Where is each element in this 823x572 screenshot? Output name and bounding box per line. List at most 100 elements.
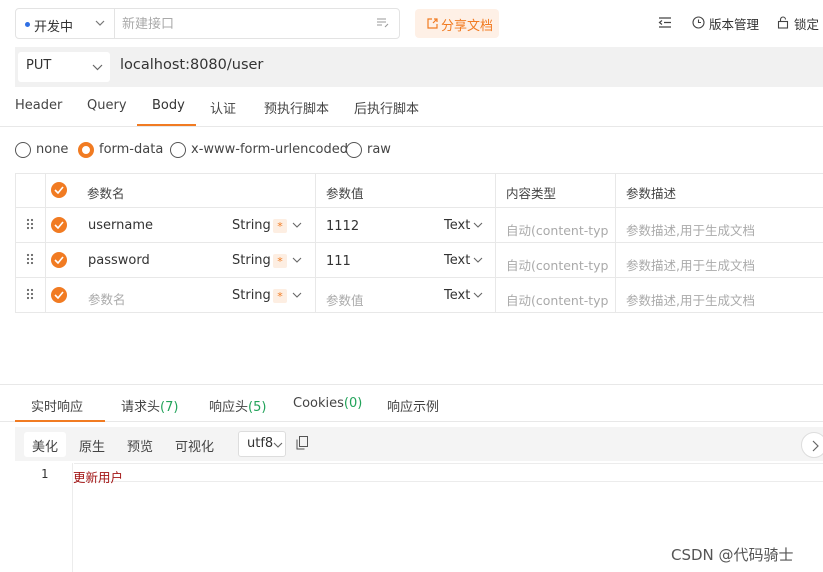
- tab-count: (5): [248, 400, 267, 415]
- format-preview[interactable]: 预览: [127, 436, 153, 455]
- chevron-down-icon: [92, 62, 103, 72]
- col-header-value: 参数值: [326, 186, 364, 201]
- share-icon: [426, 17, 439, 30]
- tab-response-headers[interactable]: 响应头(5): [209, 396, 266, 415]
- divider: [315, 173, 316, 313]
- divider: [15, 277, 823, 278]
- share-doc-label: 分享文档: [441, 19, 494, 34]
- lock-button[interactable]: 锁定: [777, 15, 821, 33]
- required-toggle[interactable]: *: [273, 219, 287, 233]
- version-manage-button[interactable]: 版本管理: [692, 15, 764, 33]
- radio-circle: [15, 142, 31, 158]
- tab-label: 请求头: [121, 400, 161, 415]
- tab-request-headers[interactable]: 请求头(7): [121, 396, 178, 415]
- encoding-label: utf8: [247, 436, 274, 451]
- divider: [615, 173, 616, 313]
- active-tab-indicator: [137, 124, 196, 126]
- watermark: CSDN @代码骑士: [671, 546, 794, 564]
- version-manage-label: 版本管理: [709, 17, 760, 32]
- radio-raw[interactable]: raw: [346, 141, 391, 159]
- copy-icon[interactable]: [296, 436, 308, 450]
- tab-body[interactable]: Body: [152, 98, 185, 113]
- tab-response-example[interactable]: 响应示例: [387, 396, 439, 415]
- chevron-down-icon[interactable]: [292, 256, 302, 264]
- content-type-input[interactable]: 自动(content-typ: [506, 255, 608, 274]
- format-raw[interactable]: 原生: [79, 436, 105, 455]
- tab-label: 响应头: [209, 400, 249, 415]
- required-toggle[interactable]: *: [273, 289, 287, 303]
- tab-count: (7): [160, 400, 179, 415]
- divider: [15, 312, 823, 313]
- active-tab-indicator: [15, 420, 105, 422]
- collapse-indent-icon[interactable]: [658, 16, 672, 29]
- param-type-select[interactable]: String: [232, 218, 271, 233]
- radio-label: form-data: [99, 142, 164, 157]
- param-name-input[interactable]: password: [88, 253, 150, 268]
- response-body-line: 更新用户: [73, 470, 124, 485]
- url-bar: PUT localhost:8080/user: [15, 47, 823, 87]
- tab-cookies[interactable]: Cookies(0): [293, 396, 362, 411]
- value-kind-select[interactable]: Text: [444, 288, 470, 303]
- param-value-input[interactable]: 111: [326, 254, 351, 269]
- chevron-down-icon[interactable]: [292, 221, 302, 229]
- param-name-input[interactable]: username: [88, 218, 153, 233]
- col-header-name: 参数名: [87, 186, 125, 201]
- tab-auth[interactable]: 认证: [210, 98, 236, 117]
- divider: [15, 173, 823, 174]
- row-checkbox[interactable]: [51, 217, 67, 233]
- param-value-input[interactable]: 参数值: [326, 290, 364, 309]
- tab-live-response[interactable]: 实时响应: [31, 396, 83, 415]
- divider: [45, 173, 46, 313]
- param-type-select[interactable]: String: [232, 288, 271, 303]
- param-description-input[interactable]: 参数描述,用于生成文档: [626, 255, 755, 274]
- chevron-down-icon[interactable]: [292, 291, 302, 299]
- param-type-select[interactable]: String: [232, 253, 271, 268]
- param-description-input[interactable]: 参数描述,用于生成文档: [626, 220, 755, 239]
- encoding-select[interactable]: utf8: [238, 431, 286, 457]
- format-pretty[interactable]: 美化: [32, 436, 58, 455]
- content-type-input[interactable]: 自动(content-typ: [506, 220, 608, 239]
- radio-form-data[interactable]: form-data: [78, 141, 164, 159]
- format-visualize[interactable]: 可视化: [175, 436, 214, 455]
- drag-handle-icon[interactable]: [26, 218, 34, 230]
- param-description-input[interactable]: 参数描述,用于生成文档: [626, 290, 755, 309]
- content-type-input[interactable]: 自动(content-typ: [506, 290, 608, 309]
- required-toggle[interactable]: *: [273, 254, 287, 268]
- line-number-gutter: 1: [15, 463, 73, 572]
- tab-label: 实时响应: [31, 400, 84, 415]
- value-kind-select[interactable]: Text: [444, 253, 470, 268]
- tab-post-script[interactable]: 后执行脚本: [354, 98, 419, 117]
- chevron-down-icon[interactable]: [473, 221, 483, 229]
- tab-pre-script[interactable]: 预执行脚本: [264, 98, 329, 117]
- edit-lines-icon[interactable]: [376, 17, 390, 29]
- chevron-down-icon[interactable]: [473, 256, 483, 264]
- param-name-input[interactable]: 参数名: [88, 289, 126, 308]
- status-label: 开发中: [34, 20, 74, 35]
- url-input[interactable]: localhost:8080/user: [120, 57, 263, 73]
- params-table: 参数名 参数值 内容类型 参数描述 username String * 1112…: [15, 173, 823, 313]
- radio-urlencoded[interactable]: x-www-form-urlencoded: [170, 141, 348, 159]
- param-value-input[interactable]: 1112: [326, 219, 359, 234]
- drag-handle-icon[interactable]: [26, 253, 34, 265]
- share-doc-button[interactable]: 分享文档: [415, 9, 499, 38]
- value-kind-select[interactable]: Text: [444, 218, 470, 233]
- radio-label: raw: [367, 142, 391, 157]
- tab-header[interactable]: Header: [15, 98, 62, 113]
- expand-panel-button[interactable]: [801, 432, 823, 458]
- radio-label: x-www-form-urlencoded: [191, 142, 349, 157]
- select-all-checkbox[interactable]: [51, 182, 67, 198]
- method-label: PUT: [26, 58, 52, 73]
- radio-circle-selected: [78, 142, 94, 158]
- row-checkbox[interactable]: [51, 252, 67, 268]
- chevron-down-icon: [95, 18, 105, 28]
- divider: [15, 242, 823, 243]
- drag-handle-icon[interactable]: [26, 288, 34, 300]
- chevron-down-icon: [273, 441, 283, 449]
- interface-name-input[interactable]: [122, 15, 382, 33]
- tab-query[interactable]: Query: [87, 98, 127, 113]
- row-checkbox[interactable]: [51, 287, 67, 303]
- response-format-bar: 美化 原生 预览 可视化 utf8: [15, 427, 823, 461]
- radio-none[interactable]: none: [15, 141, 70, 159]
- chevron-down-icon[interactable]: [473, 291, 483, 299]
- method-select[interactable]: PUT: [18, 52, 110, 82]
